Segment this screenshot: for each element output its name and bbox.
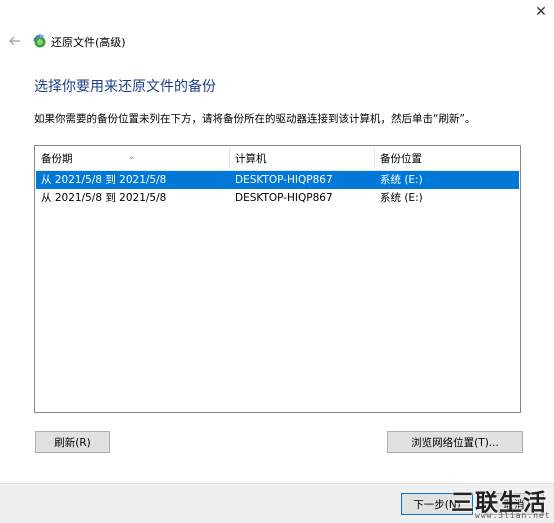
instruction-text: 如果你需要的备份位置未列在下方，请将备份所在的驱动器连接到该计算机，然后单击“刷…	[34, 113, 476, 125]
page-title: 选择你要用来还原文件的备份	[34, 79, 216, 95]
browse-network-button[interactable]: 浏览网络位置(T)...	[387, 431, 523, 453]
table-row[interactable]: 从 2021/5/8 到 2021/5/8 DESKTOP-HIQP867 系统…	[36, 171, 519, 189]
window-title: 还原文件(高级)	[51, 36, 126, 49]
column-label: 备份期	[41, 153, 73, 165]
next-button[interactable]: 下一步(N)	[401, 493, 473, 515]
window-header: 还原文件(高级)	[0, 28, 554, 54]
cell-location: 系统 (E:)	[380, 174, 423, 186]
cancel-button[interactable]: 取消	[484, 493, 544, 515]
footer-bar: 下一步(N) 取消	[0, 483, 554, 523]
back-arrow-icon	[9, 36, 20, 46]
backup-restore-icon	[33, 34, 46, 48]
cell-period: 从 2021/5/8 到 2021/5/8	[41, 174, 167, 186]
column-header-location[interactable]: 备份位置	[374, 146, 520, 170]
column-header-period[interactable]: 备份期 ⌄	[35, 146, 229, 170]
sort-arrow-icon: ⌄	[128, 152, 135, 161]
close-icon: ✕	[535, 4, 547, 20]
column-label: 备份位置	[380, 153, 422, 165]
cell-computer: DESKTOP-HIQP867	[235, 192, 333, 204]
column-header-computer[interactable]: 计算机	[229, 146, 374, 170]
cell-location: 系统 (E:)	[380, 192, 423, 204]
backup-list[interactable]: 备份期 ⌄ 计算机 备份位置 从 2021/5/8 到 2021/5/8 DES…	[34, 145, 521, 413]
cell-period: 从 2021/5/8 到 2021/5/8	[41, 192, 167, 204]
back-button[interactable]	[6, 32, 24, 50]
column-label: 计算机	[235, 153, 267, 165]
cell-computer: DESKTOP-HIQP867	[235, 174, 333, 186]
list-header: 备份期 ⌄ 计算机 备份位置	[35, 146, 520, 171]
table-row[interactable]: 从 2021/5/8 到 2021/5/8 DESKTOP-HIQP867 系统…	[36, 189, 519, 207]
refresh-button[interactable]: 刷新(R)	[35, 431, 110, 453]
close-button[interactable]: ✕	[528, 0, 554, 24]
